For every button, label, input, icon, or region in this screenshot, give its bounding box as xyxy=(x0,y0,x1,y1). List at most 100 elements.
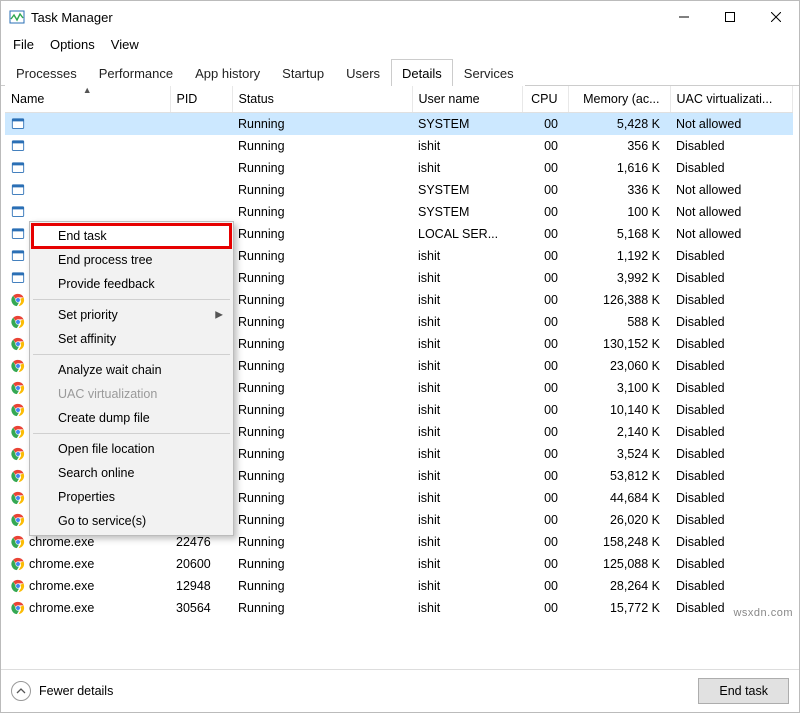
table-row[interactable]: RunningSYSTEM00336 KNot allowed xyxy=(5,179,793,201)
cell-uac: Disabled xyxy=(670,377,793,399)
cell-uac: Disabled xyxy=(670,487,793,509)
cell-status: Running xyxy=(232,487,412,509)
ctx-separator xyxy=(33,433,230,434)
ctx-analyze-wait-chain[interactable]: Analyze wait chain xyxy=(32,358,231,382)
fewer-details-label[interactable]: Fewer details xyxy=(39,684,113,698)
cell-status: Running xyxy=(232,135,412,157)
table-row[interactable]: RunningSYSTEM00100 KNot allowed xyxy=(5,201,793,223)
cell-uac: Disabled xyxy=(670,157,793,179)
cell-cpu: 00 xyxy=(522,421,568,443)
cell-user: ishit xyxy=(412,575,522,597)
cell-user: ishit xyxy=(412,289,522,311)
close-button[interactable] xyxy=(753,1,799,33)
cell-cpu: 00 xyxy=(522,509,568,531)
cell-status: Running xyxy=(232,509,412,531)
cell-status: Running xyxy=(232,333,412,355)
tab-app-history[interactable]: App history xyxy=(184,59,271,86)
col-pid[interactable]: PID xyxy=(170,86,232,113)
sort-asc-icon: ▲ xyxy=(83,86,92,95)
cell-uac: Disabled xyxy=(670,575,793,597)
ctx-create-dump-file[interactable]: Create dump file xyxy=(32,406,231,430)
cell-user: ishit xyxy=(412,421,522,443)
cell-uac: Not allowed xyxy=(670,223,793,245)
tab-details[interactable]: Details xyxy=(391,59,453,86)
chrome-icon xyxy=(11,337,25,351)
table-row[interactable]: chrome.exe20600Runningishit00125,088 KDi… xyxy=(5,553,793,575)
col-uac[interactable]: UAC virtualizati... xyxy=(670,86,793,113)
fewer-details-icon[interactable] xyxy=(11,681,31,701)
cell-cpu: 00 xyxy=(522,597,568,619)
task-manager-icon xyxy=(9,9,25,25)
ctx-go-to-services[interactable]: Go to service(s) xyxy=(32,509,231,533)
ctx-end-task[interactable]: End task xyxy=(32,224,231,248)
table-row[interactable]: Runningishit00356 KDisabled xyxy=(5,135,793,157)
minimize-button[interactable] xyxy=(661,1,707,33)
cell-pid xyxy=(170,201,232,223)
cell-memory: 2,140 K xyxy=(568,421,670,443)
cell-cpu: 00 xyxy=(522,311,568,333)
table-header-row: Name▲ PID Status User name CPU Memory (a… xyxy=(5,86,793,113)
table-row[interactable]: RunningSYSTEM005,428 KNot allowed xyxy=(5,113,793,136)
cell-user: ishit xyxy=(412,267,522,289)
window-icon xyxy=(11,249,25,263)
chrome-icon xyxy=(11,513,25,527)
chrome-icon xyxy=(11,381,25,395)
cell-uac: Disabled xyxy=(670,333,793,355)
col-user[interactable]: User name xyxy=(412,86,522,113)
cell-cpu: 00 xyxy=(522,377,568,399)
chrome-icon xyxy=(11,601,25,615)
window-icon xyxy=(11,227,25,241)
cell-user: ishit xyxy=(412,377,522,399)
submenu-arrow-icon: ▶ xyxy=(215,310,223,321)
tab-services[interactable]: Services xyxy=(453,59,525,86)
cell-cpu: 00 xyxy=(522,289,568,311)
tab-startup[interactable]: Startup xyxy=(271,59,335,86)
ctx-set-affinity[interactable]: Set affinity xyxy=(32,327,231,351)
maximize-button[interactable] xyxy=(707,1,753,33)
tab-processes[interactable]: Processes xyxy=(5,59,88,86)
cell-status: Running xyxy=(232,245,412,267)
process-table-wrap: Name▲ PID Status User name CPU Memory (a… xyxy=(1,86,799,669)
ctx-search-online[interactable]: Search online xyxy=(32,461,231,485)
chrome-icon xyxy=(11,315,25,329)
col-cpu[interactable]: CPU xyxy=(522,86,568,113)
cell-cpu: 00 xyxy=(522,245,568,267)
menu-file[interactable]: File xyxy=(7,35,40,54)
watermark: wsxdn.com xyxy=(733,607,793,619)
cell-uac: Disabled xyxy=(670,355,793,377)
tab-performance[interactable]: Performance xyxy=(88,59,184,86)
menu-options[interactable]: Options xyxy=(44,35,101,54)
window-icon xyxy=(11,117,25,131)
col-memory[interactable]: Memory (ac... xyxy=(568,86,670,113)
cell-user: ishit xyxy=(412,399,522,421)
menu-view[interactable]: View xyxy=(105,35,145,54)
ctx-end-process-tree[interactable]: End process tree xyxy=(32,248,231,272)
table-row[interactable]: chrome.exe12948Runningishit0028,264 KDis… xyxy=(5,575,793,597)
table-row[interactable]: chrome.exe30564Runningishit0015,772 KDis… xyxy=(5,597,793,619)
cell-status: Running xyxy=(232,179,412,201)
cell-uac: Disabled xyxy=(670,311,793,333)
ctx-properties[interactable]: Properties xyxy=(32,485,231,509)
cell-memory: 158,248 K xyxy=(568,531,670,553)
cell-memory: 10,140 K xyxy=(568,399,670,421)
cell-user: ishit xyxy=(412,355,522,377)
cell-user: ishit xyxy=(412,333,522,355)
ctx-provide-feedback[interactable]: Provide feedback xyxy=(32,272,231,296)
cell-user: ishit xyxy=(412,157,522,179)
cell-uac: Disabled xyxy=(670,135,793,157)
ctx-set-priority[interactable]: Set priority▶ xyxy=(32,303,231,327)
tab-users[interactable]: Users xyxy=(335,59,391,86)
col-status[interactable]: Status xyxy=(232,86,412,113)
col-name[interactable]: Name▲ xyxy=(5,86,170,113)
ctx-open-file-location[interactable]: Open file location xyxy=(32,437,231,461)
cell-pid xyxy=(170,179,232,201)
end-task-button[interactable]: End task xyxy=(698,678,789,704)
cell-cpu: 00 xyxy=(522,553,568,575)
cell-name xyxy=(5,113,170,136)
cell-user: LOCAL SER... xyxy=(412,223,522,245)
chrome-icon xyxy=(11,403,25,417)
cell-name xyxy=(5,201,170,223)
table-row[interactable]: Runningishit001,616 KDisabled xyxy=(5,157,793,179)
cell-status: Running xyxy=(232,113,412,136)
menu-bar: File Options View xyxy=(1,33,799,56)
